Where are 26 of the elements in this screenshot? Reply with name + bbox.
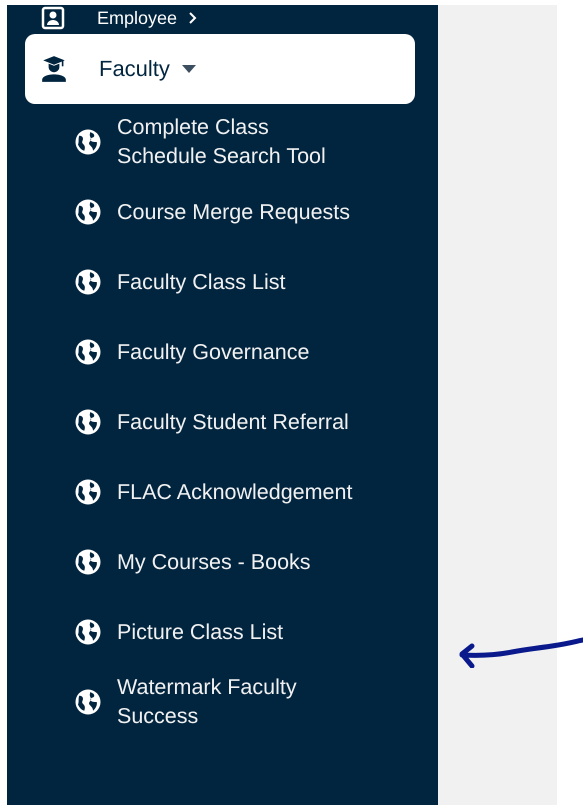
menu-link[interactable]: My Courses - Books [25, 527, 415, 597]
menu-link[interactable]: Watermark Faculty Success [25, 667, 415, 737]
globe-icon [73, 197, 103, 227]
globe-icon [73, 617, 103, 647]
menu-link[interactable]: Faculty Class List [25, 247, 415, 317]
globe-icon [73, 687, 103, 717]
globe-icon [73, 337, 103, 367]
globe-icon [73, 127, 103, 157]
section-label: Faculty [99, 56, 170, 82]
chevron-icon [189, 12, 198, 24]
menu-link[interactable]: Faculty Governance [25, 317, 415, 387]
section-label: Employee [97, 8, 178, 28]
globe-icon [73, 407, 103, 437]
globe-icon [73, 547, 103, 577]
menu-section[interactable]: Employee [25, 5, 415, 31]
menu-link[interactable]: Complete Class Schedule Search Tool [25, 107, 415, 177]
caret-icon [182, 65, 196, 73]
menu-link[interactable]: FLAC Acknowledgement [25, 457, 415, 527]
menu-link[interactable]: Faculty Student Referral [25, 387, 415, 457]
globe-icon [73, 267, 103, 297]
menu-link[interactable]: Picture Class List [25, 597, 415, 667]
menu-section[interactable]: Faculty [25, 34, 415, 104]
person-icon [41, 6, 65, 30]
graduate-icon [41, 55, 67, 83]
menu-link[interactable]: Course Merge Requests [25, 177, 415, 247]
globe-icon [73, 477, 103, 507]
